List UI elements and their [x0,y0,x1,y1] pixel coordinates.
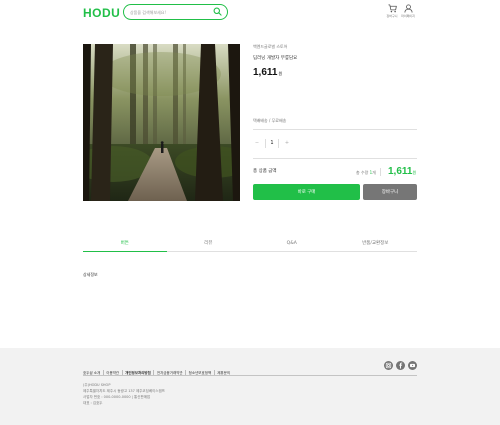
product-tabs: 버튼 리뷰 Q&A 반품/교환정보 [83,238,417,252]
tab-review[interactable]: 리뷰 [166,238,250,252]
logo[interactable]: HODU [83,6,120,20]
user-icon [403,4,413,13]
total-qty-prefix: 총 수량 [356,170,369,175]
business-number: 사업자 번호 : 000-0000-0000 | 통신판매업 [83,395,151,399]
youtube-icon[interactable] [408,361,417,370]
buy-now-button[interactable]: 바로 구매 [253,184,360,200]
increase-button[interactable]: + [284,139,290,148]
company-name: (주)HODU SHOP [83,383,111,387]
total-price: 1,611원 [388,166,416,177]
separator [380,168,381,176]
seller-name: 백엔드글로벌 스토어 [253,44,288,49]
quantity-stepper[interactable]: − 1 + [253,137,291,151]
total-label: 총 상품 금액 [253,169,277,174]
tab-return-exchange[interactable]: 반품/교환정보 [333,238,417,252]
total-price-value: 1,611 [388,166,413,177]
decrease-button[interactable]: − [254,139,260,148]
search-box[interactable] [123,4,228,20]
divider [253,129,417,130]
total-price-unit: 원 [412,170,417,175]
footer: 호두샵 소개 이용약관 개인정보처리방침 전자금융거래약관 청소년보호정책 제휴문의 (주… [0,348,500,425]
tab-content: 상세정보 [83,272,98,277]
tab-button[interactable]: 버튼 [83,238,167,252]
cart-button[interactable]: 장바구니 [384,4,400,22]
price-value: 1,611 [253,67,278,78]
cart-label: 장바구니 [386,14,398,18]
ceo-name: 대표 : 김호두 [83,401,103,405]
total-qty-suffix: 개 [372,170,376,175]
header: HODU 장바구니 마이페이지 [0,0,500,26]
footer-divider [83,375,417,376]
mypage-label: 마이페이지 [401,14,415,18]
tab-qna[interactable]: Q&A [250,238,334,252]
product-image [83,44,240,201]
footer-links: 호두샵 소개 이용약관 개인정보처리방침 전자금융거래약관 청소년보호정책 제휴문의 [83,362,233,376]
quantity-value[interactable]: 1 [265,139,279,148]
product-price: 1,611원 [253,67,282,78]
total-quantity: 총 수량 1개 [356,170,376,176]
facebook-icon[interactable] [396,361,405,370]
search-icon[interactable] [213,7,222,16]
product-name: 딥러닝 개발자 무릎담요 [253,56,298,61]
cart-icon [387,4,397,13]
search-input[interactable] [130,7,212,17]
mypage-button[interactable]: 마이페이지 [400,4,416,22]
price-unit: 원 [278,71,283,76]
company-address: 제주특별자치도 제주시 동광고 137 제주코딩베이스캠프 [83,389,165,393]
instagram-icon[interactable] [384,361,393,370]
shipping-info: 택배배송 / 무료배송 [253,118,287,123]
add-to-cart-button[interactable]: 장바구니 [363,184,417,200]
divider [253,158,417,159]
